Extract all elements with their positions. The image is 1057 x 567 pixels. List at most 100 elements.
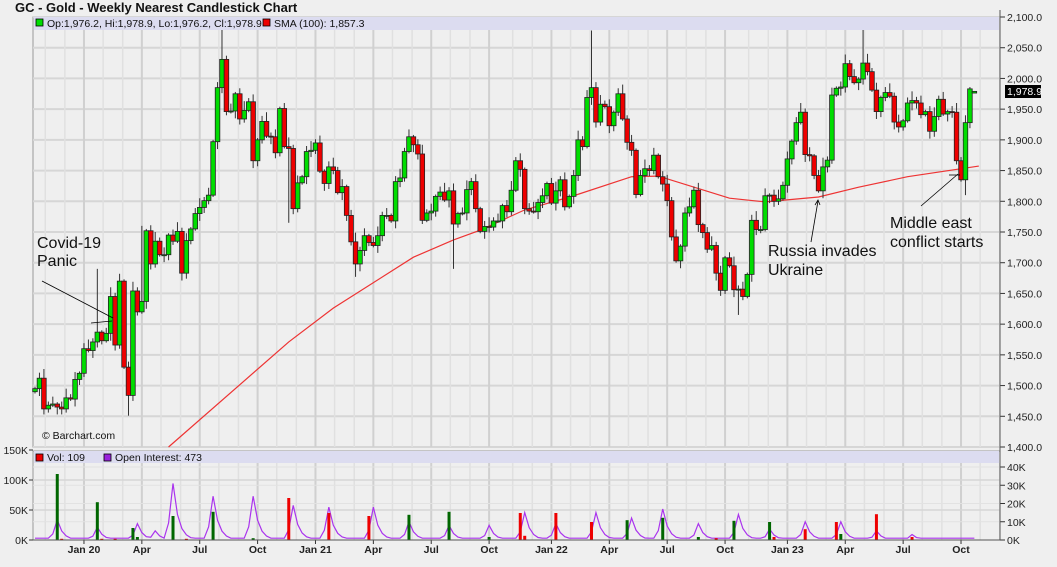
candle-body bbox=[76, 372, 83, 380]
x-tick-label: Jul bbox=[896, 544, 911, 556]
candle-body bbox=[628, 141, 635, 151]
candle-body bbox=[606, 106, 613, 127]
candle-body bbox=[780, 184, 786, 200]
candle bbox=[299, 174, 305, 185]
candle bbox=[290, 144, 296, 215]
candle-body bbox=[277, 108, 283, 154]
candle-body bbox=[664, 183, 670, 202]
candle-body bbox=[281, 108, 288, 148]
volume-bar bbox=[518, 513, 522, 540]
candle-body bbox=[508, 189, 515, 213]
price-tick-label: 1,700.0 bbox=[1007, 258, 1042, 270]
candle-body bbox=[116, 280, 123, 346]
candle-body bbox=[869, 71, 875, 91]
candle-body bbox=[642, 168, 648, 176]
candle-body bbox=[579, 139, 586, 148]
candle-body bbox=[455, 213, 461, 225]
candle bbox=[936, 95, 942, 121]
candle-body bbox=[237, 93, 243, 120]
volume-bar bbox=[55, 474, 59, 540]
candle-body bbox=[704, 232, 710, 250]
candle-body bbox=[855, 78, 862, 84]
candle-body bbox=[895, 121, 902, 128]
candle-body bbox=[473, 181, 479, 210]
volume-bar bbox=[839, 534, 843, 540]
candle-body bbox=[406, 136, 412, 152]
vol-tick-label: 50K bbox=[9, 505, 28, 517]
candle-body bbox=[326, 166, 332, 184]
x-tick-label: Apr bbox=[133, 544, 151, 556]
candle-body bbox=[188, 228, 194, 242]
price-tick-label: 2,000.0 bbox=[1007, 73, 1042, 85]
candle-body bbox=[962, 122, 969, 181]
candle-body bbox=[775, 198, 782, 202]
candle-body bbox=[90, 341, 96, 351]
candle-body bbox=[259, 121, 265, 141]
ohlc-legend: Op:1,976.2, Hi:1,978.9, Lo:1,976.2, Cl:1… bbox=[47, 18, 262, 30]
candle-body bbox=[152, 240, 158, 265]
candle-body bbox=[878, 97, 884, 112]
sma-legend-swatch bbox=[262, 18, 271, 27]
candle-body bbox=[317, 142, 323, 172]
candle-body bbox=[517, 160, 523, 170]
candle-body bbox=[125, 366, 132, 396]
annotation-text: Ukraine bbox=[768, 262, 823, 279]
candle bbox=[566, 194, 572, 209]
candle bbox=[829, 87, 835, 164]
candle-body bbox=[686, 206, 693, 214]
candle-body bbox=[731, 265, 737, 291]
candle-body bbox=[637, 175, 644, 195]
candle bbox=[277, 106, 283, 157]
x-tick-label: Apr bbox=[600, 544, 618, 556]
candle-body bbox=[99, 331, 105, 342]
candle bbox=[593, 82, 599, 128]
candle bbox=[967, 87, 973, 129]
candle-body bbox=[811, 155, 817, 176]
candle-body bbox=[290, 148, 296, 210]
candle-body bbox=[562, 179, 568, 208]
candle-body bbox=[922, 111, 929, 116]
candle-body bbox=[700, 224, 706, 234]
candle-body bbox=[695, 189, 702, 226]
candle-body bbox=[148, 230, 154, 265]
candle bbox=[348, 209, 354, 246]
candle bbox=[802, 108, 808, 162]
candle-body bbox=[174, 230, 181, 242]
annotation-text: Russia invades bbox=[768, 243, 877, 260]
sma-legend: SMA (100): 1,857.3 bbox=[274, 18, 365, 30]
price-tick-label: 1,950.0 bbox=[1007, 104, 1042, 116]
candle bbox=[210, 139, 216, 197]
candle-body bbox=[85, 348, 92, 351]
candle-body bbox=[504, 205, 510, 213]
candle-body bbox=[50, 403, 56, 406]
candle bbox=[179, 227, 185, 281]
candle-body bbox=[459, 212, 466, 215]
candle-body bbox=[660, 176, 666, 185]
candle-body bbox=[611, 111, 617, 127]
candle-body bbox=[691, 189, 697, 208]
candle-body bbox=[842, 63, 848, 88]
x-tick-label: Jul bbox=[192, 544, 207, 556]
vol-tick-label: 150K bbox=[3, 445, 28, 457]
candle-body bbox=[597, 103, 604, 123]
x-tick-label: Oct bbox=[249, 544, 267, 556]
vol-tick-label: 0K bbox=[15, 535, 28, 547]
candle-body bbox=[499, 205, 506, 222]
oi-legend-swatch bbox=[103, 453, 112, 462]
candle-body bbox=[197, 207, 203, 214]
candle-body bbox=[513, 160, 519, 191]
candle-body bbox=[793, 122, 799, 142]
candle-body bbox=[45, 404, 52, 410]
candle-body bbox=[757, 229, 764, 231]
candle bbox=[584, 90, 590, 149]
candle bbox=[343, 184, 350, 221]
x-tick-label: Jul bbox=[424, 544, 439, 556]
oi-tick-label: 40K bbox=[1007, 462, 1026, 474]
candle-body bbox=[428, 210, 434, 214]
candle-body bbox=[651, 154, 657, 171]
candle-body bbox=[201, 200, 207, 208]
candle-body bbox=[522, 168, 528, 210]
candle-body bbox=[161, 254, 167, 257]
price-tick-label: 1,900.0 bbox=[1007, 135, 1042, 147]
candle-body bbox=[744, 273, 751, 297]
